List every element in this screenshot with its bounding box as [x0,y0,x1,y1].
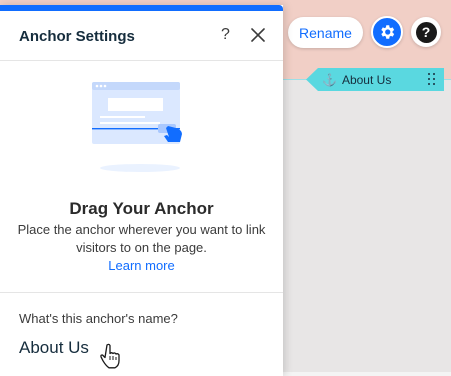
learn-more-link[interactable]: Learn more [0,258,283,273]
drag-anchor-description: Place the anchor wherever you want to li… [17,222,266,255]
anchor-icon: ⚓ [322,72,337,87]
close-icon[interactable] [251,28,265,42]
help-icon[interactable]: ? [221,26,230,44]
help-button[interactable]: ? [411,17,441,47]
anchor-name-label: What's this anchor's name? [19,311,178,326]
anchor-tag[interactable]: ⚓ About Us [306,68,444,91]
canvas-bottom-strip [283,372,451,376]
gear-icon [381,25,395,39]
drag-anchor-heading: Drag Your Anchor [69,199,214,218]
drag-handle-icon[interactable] [428,73,436,85]
question-icon: ? [415,21,437,43]
rename-button[interactable]: Rename [288,17,363,48]
anchor-tag-label: About Us [341,72,392,87]
anchor-settings-panel: Anchor Settings ? Drag Your Anchor Place… [0,5,283,376]
drag-anchor-illustration [92,82,182,172]
anchor-name-input[interactable] [19,336,259,360]
settings-button[interactable] [371,16,403,48]
hand-cursor-icon [100,343,120,369]
panel-title: Anchor Settings [19,28,135,45]
panel-divider [0,292,283,293]
panel-header: Anchor Settings ? [0,11,283,61]
